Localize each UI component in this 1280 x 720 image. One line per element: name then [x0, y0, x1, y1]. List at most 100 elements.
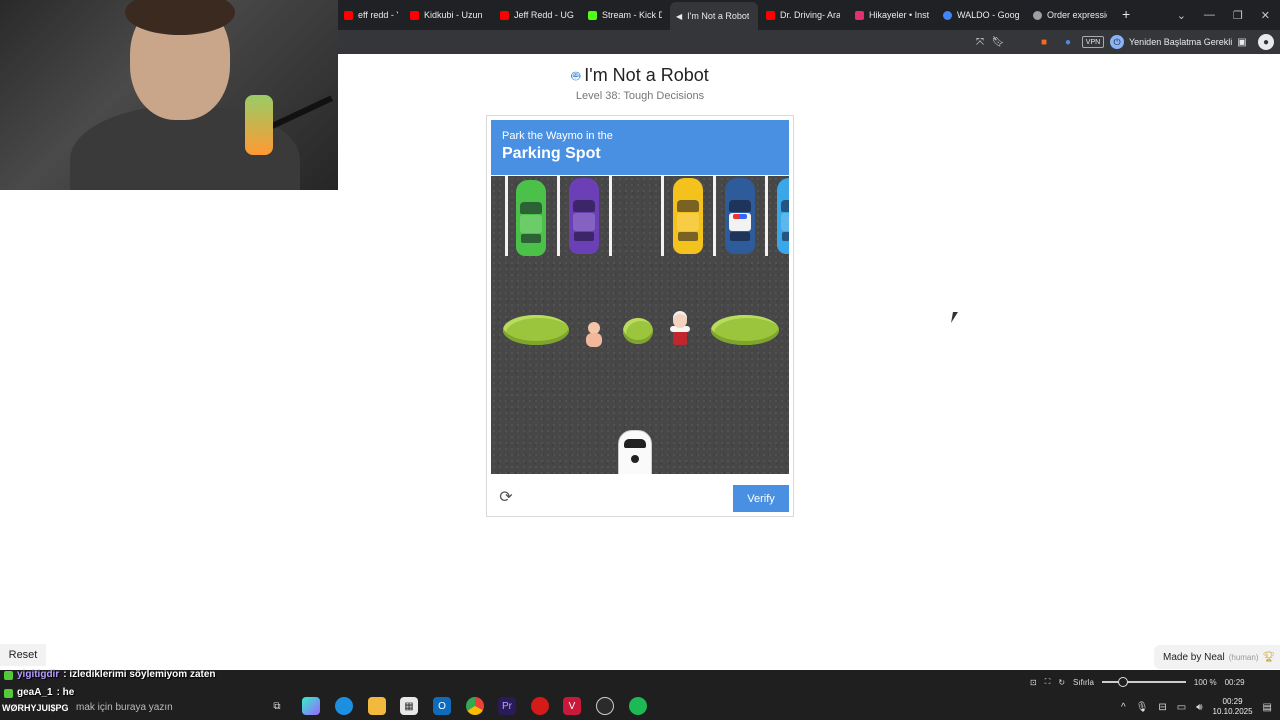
parked-car-purple [569, 178, 599, 254]
bush [623, 318, 653, 344]
youtube-icon [766, 10, 775, 20]
parked-car-green [516, 180, 546, 256]
clock[interactable]: 00:29 10.10.2025 [1213, 697, 1253, 717]
outlook-icon[interactable]: O [433, 697, 451, 715]
google-icon [943, 10, 952, 20]
profile-avatar-icon[interactable]: ● [1258, 34, 1274, 50]
screenshot-icon[interactable]: ⊡ [1030, 678, 1037, 687]
chevron-up-icon[interactable]: ^ [1121, 702, 1126, 713]
page-title-text: I'm Not a Robot [584, 65, 709, 85]
verify-button[interactable]: Verify [733, 485, 789, 512]
search-placeholder: mak için buraya yazın [76, 701, 173, 713]
tab-title: Hikayeler • Instag [869, 10, 929, 20]
close-button[interactable]: ✕ [1261, 9, 1270, 22]
microphone-icon[interactable]: 🎙︎ [1136, 702, 1149, 713]
tab-im-not-a-robot[interactable]: ◀ I'm Not a Robot [670, 2, 758, 30]
restart-label: Yeniden Başlatma Gerekli [1129, 37, 1233, 47]
instagram-icon [855, 10, 864, 20]
extension-icon[interactable]: ● [1060, 34, 1076, 50]
network-icon[interactable]: ⊟ [1158, 702, 1166, 713]
chat-text: : izlediklerimi söylemiyom zaten [63, 669, 216, 680]
parking-line [765, 176, 768, 256]
parking-game-canvas[interactable] [491, 176, 789, 474]
youtube-icon [410, 10, 419, 20]
vivaldi-icon[interactable]: V [563, 697, 581, 715]
tab-youtube-1[interactable]: eff redd - YouTub [338, 4, 404, 26]
zoom-slider[interactable] [1101, 677, 1186, 687]
tab-title: WALDO - Google [957, 10, 1019, 20]
refresh-icon[interactable]: ⟳ [497, 489, 515, 507]
spotify-icon[interactable] [629, 697, 647, 715]
captcha-widget: Park the Waymo in the Parking Spot ⟳ Ver… [486, 115, 794, 517]
restart-required-button[interactable]: ⏻ Yeniden Başlatma Gerekli [1110, 33, 1232, 51]
tab-order-expressions[interactable]: Order expressions [1027, 4, 1113, 26]
parked-car-blue [777, 178, 789, 254]
tab-youtube-4[interactable]: Dr. Driving- Araba [760, 4, 846, 26]
tab-youtube-2[interactable]: Kidkubi - Uzun Bi [404, 4, 490, 26]
new-tab-button[interactable]: + [1122, 6, 1130, 22]
empty-parking-spot[interactable] [612, 176, 661, 256]
bookmark-icon[interactable]: 🔖︎ [990, 34, 1006, 50]
stream-chat-overlay: yigitigdir: izlediklerimi söylemiyom zat… [4, 666, 344, 702]
chat-message: geaA_1: he [4, 684, 344, 702]
notification-icon[interactable]: ▤ [1263, 702, 1272, 713]
power-icon: ⏻ [1110, 35, 1124, 49]
waymo-car[interactable] [618, 430, 652, 474]
tab-kick[interactable]: Stream - Kick Das [582, 4, 668, 26]
sidebar-icon[interactable]: ▣ [1234, 34, 1250, 50]
window-controls: ⌄ — ❐ ✕ [1177, 0, 1280, 30]
vpn-icon[interactable]: VPN [1082, 36, 1104, 48]
kick-icon [588, 10, 597, 20]
parked-car-yellow [673, 178, 703, 254]
system-tray: ^ 🎙︎ ⊟ ▭ 🔊︎ 00:29 10.10.2025 ▤ [1121, 696, 1272, 718]
tab-youtube-3[interactable]: Jeff Redd - UGU C [494, 4, 580, 26]
granny-obstacle [669, 312, 691, 348]
tab-title: Order expressions [1047, 10, 1107, 20]
kick-badge-icon [4, 670, 13, 680]
tab-title: I'm Not a Robot [687, 11, 750, 21]
zoom-slider-knob[interactable] [1117, 677, 1128, 687]
file-explorer-icon[interactable] [368, 697, 386, 715]
tab-google[interactable]: WALDO - Google [937, 4, 1025, 26]
clock-date: 10.10.2025 [1212, 707, 1253, 716]
restore-button[interactable]: ❐ [1233, 9, 1243, 22]
chat-username: geaA_1 [17, 687, 53, 698]
captcha-target: Parking Spot [502, 145, 601, 162]
youtube-icon [344, 10, 353, 20]
tab-title: eff redd - YouTub [358, 10, 398, 20]
tab-search-icon[interactable]: ⌄ [1177, 9, 1186, 22]
made-by-suffix: (human) [1228, 652, 1259, 662]
chrome-icon[interactable] [466, 697, 484, 715]
reset-button[interactable]: Reset [0, 644, 46, 666]
display-icon[interactable]: ▭ [1177, 702, 1186, 713]
captcha-header: Park the Waymo in the Parking Spot [491, 120, 789, 175]
store-icon[interactable]: ▦ [400, 697, 418, 715]
zoom-reset-label[interactable]: Sıfırla [1073, 678, 1094, 687]
fullscreen-icon[interactable]: ⛶ [1045, 677, 1051, 687]
opera-icon[interactable] [531, 697, 549, 715]
chat-username: yigitigdir [17, 669, 60, 680]
browser-toolbar: ⤧ 🔖︎ ■ ● VPN ⏻ Yeniden Başlatma Gerekli … [338, 30, 1280, 54]
level-subtitle: Level 38: Tough Decisions [575, 90, 705, 102]
trophy-icon: 🏆︎ [1262, 651, 1276, 663]
tab-title: Kidkubi - Uzun Bi [424, 10, 484, 20]
tab-instagram[interactable]: Hikayeler • Instag [849, 4, 935, 26]
volume-icon[interactable]: 🔊︎ [1196, 702, 1202, 713]
rotate-icon[interactable]: ↻ [1058, 678, 1065, 687]
zoom-time: 00:29 [1224, 677, 1245, 687]
premiere-icon[interactable]: Pr [498, 697, 516, 715]
stream-overlay-tag: WØRHYJUI$PG [2, 703, 69, 713]
no-tracking-icon[interactable]: ⤧ [972, 34, 988, 50]
captcha-instruction: Park the Waymo in the [502, 130, 613, 142]
zoom-value: 100 % [1193, 677, 1217, 687]
tab-title: Jeff Redd - UGU C [514, 10, 574, 20]
bush [503, 315, 569, 345]
baby-obstacle [584, 322, 604, 348]
speaker-icon: ◀ [676, 11, 683, 21]
extension-icon[interactable]: ■ [1036, 34, 1052, 50]
made-by-badge[interactable]: Made by Neal (human) 🏆︎ [1154, 645, 1280, 669]
youtube-icon [500, 10, 509, 20]
parking-line [661, 176, 664, 256]
minimize-button[interactable]: — [1204, 9, 1215, 21]
obs-icon[interactable] [596, 697, 614, 715]
